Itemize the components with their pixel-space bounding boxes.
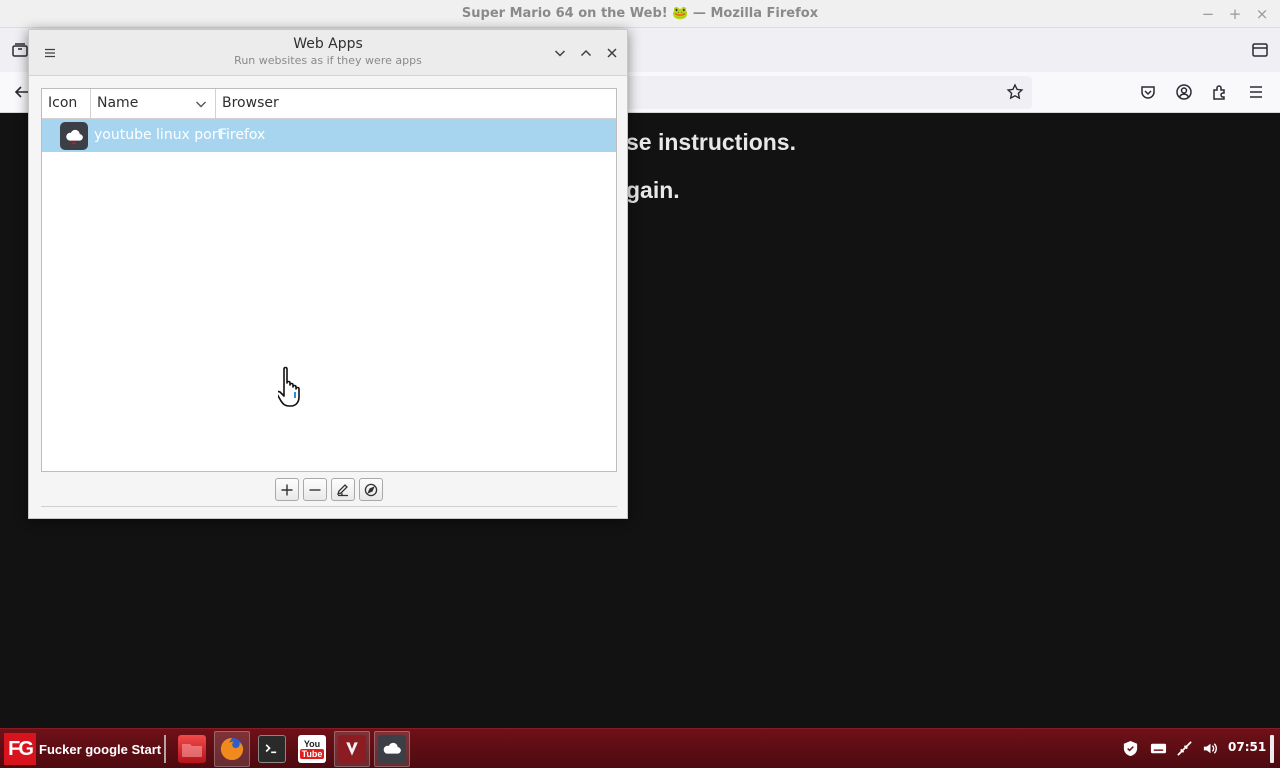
minimize-button[interactable]: − (1198, 4, 1218, 24)
volume-icon[interactable] (1200, 738, 1220, 758)
taskbar: FG Fucker google Start You Tube 07:51 (0, 728, 1280, 768)
webapps-subtitle: Run websites as if they were apps (234, 54, 422, 67)
webapps-icon (378, 735, 406, 763)
row-browser: Firefox (219, 127, 266, 143)
content-text-line-1: se instructions. (626, 129, 796, 155)
start-logo: FG (4, 733, 36, 765)
row-name: youtube linux port (94, 127, 223, 143)
cloud-app-icon (60, 122, 88, 150)
sort-chevron-down-icon (196, 101, 206, 108)
url-bar[interactable] (600, 76, 1032, 109)
webapps-headerbar: Web Apps Run websites as if they were ap… (29, 30, 627, 76)
run-button[interactable] (359, 478, 383, 501)
webapps-list[interactable]: Icon Name Browser youtube linux port Fir… (41, 88, 617, 472)
start-button[interactable]: FG Fucker google Start (4, 732, 161, 766)
list-all-tabs-icon[interactable] (1247, 37, 1273, 63)
webapps-window: Web Apps Run websites as if they were ap… (28, 29, 628, 519)
close-button[interactable]: × (1252, 4, 1272, 24)
remove-icon (309, 488, 321, 491)
close-icon[interactable] (601, 42, 623, 64)
maximize-button[interactable]: + (1225, 4, 1245, 24)
vivaldi-icon (338, 735, 366, 763)
remove-button[interactable] (303, 478, 327, 501)
extensions-icon[interactable] (1207, 79, 1233, 105)
network-icon[interactable] (1174, 738, 1194, 758)
pocket-icon[interactable] (1135, 79, 1161, 105)
add-button[interactable] (275, 478, 299, 501)
file-manager-icon (178, 735, 206, 763)
minimize-chevron-icon[interactable] (549, 42, 571, 64)
youtube-icon: You Tube (298, 735, 326, 763)
column-header-icon[interactable]: Icon (42, 89, 91, 119)
column-header-browser[interactable]: Browser (216, 89, 616, 119)
firefox-titlebar: Super Mario 64 on the Web! 🐸 — Mozilla F… (0, 0, 1280, 28)
launcher-file-manager[interactable] (174, 731, 210, 767)
launcher-terminal[interactable] (254, 731, 290, 767)
webapps-title: Web Apps (293, 36, 363, 52)
show-desktop-button[interactable] (1270, 735, 1274, 763)
divider (41, 506, 617, 507)
launcher-firefox[interactable] (214, 731, 250, 767)
account-icon[interactable] (1171, 79, 1197, 105)
edit-icon (336, 483, 348, 496)
maximize-chevron-icon[interactable] (575, 42, 597, 64)
terminal-icon (258, 735, 286, 763)
edit-button[interactable] (331, 478, 355, 501)
launcher-youtube[interactable]: You Tube (294, 731, 330, 767)
launcher-vivaldi[interactable] (334, 731, 370, 767)
content-text-line-2: gain. (626, 177, 680, 203)
start-label: Fucker google Start (39, 741, 162, 757)
firefox-window-title: Super Mario 64 on the Web! 🐸 — Mozilla F… (461, 6, 819, 21)
add-icon (281, 484, 293, 495)
firefox-icon (218, 735, 246, 763)
bookmark-star-icon[interactable] (1002, 79, 1028, 105)
compass-icon (364, 483, 378, 496)
clock[interactable]: 07:51 (1228, 740, 1266, 754)
column-header-name[interactable]: Name (91, 89, 216, 119)
webapps-toolbar (275, 478, 383, 502)
column-header-name-label: Name (97, 95, 139, 111)
hand-cursor-icon (278, 366, 300, 407)
taskbar-separator (164, 735, 166, 763)
launcher-webapps[interactable] (374, 731, 410, 767)
table-row[interactable]: youtube linux port Firefox (42, 119, 616, 152)
menu-icon[interactable] (1243, 79, 1269, 105)
keyboard-icon[interactable] (1148, 738, 1168, 758)
shield-icon[interactable] (1120, 738, 1140, 758)
